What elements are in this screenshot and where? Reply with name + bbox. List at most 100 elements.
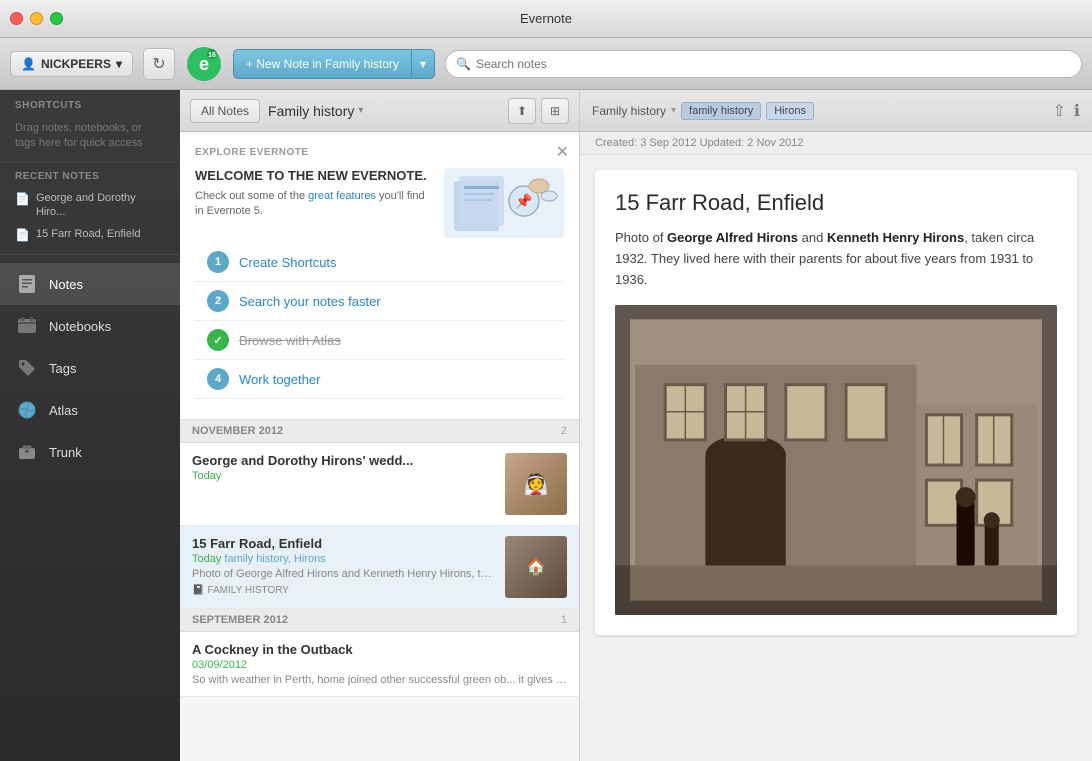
- welcome-text: WELCOME TO THE NEW EVERNOTE. Check out s…: [195, 168, 434, 238]
- step-label-2: Search your notes faster: [239, 294, 381, 309]
- note-item-cockney[interactable]: A Cockney in the Outback 03/09/2012 So w…: [180, 632, 579, 697]
- notes-panel: All Notes Family history ▾ ⬆ ⊞ EXPLORE E…: [180, 90, 580, 761]
- notes-list: EXPLORE EVERNOTE ✕ WELCOME TO THE NEW EV…: [180, 132, 579, 761]
- search-bar: 🔍: [445, 50, 1082, 78]
- trunk-nav-icon: [15, 440, 39, 464]
- note-thumbnail: 👰: [505, 453, 567, 515]
- note-content: 15 Farr Road, Enfield Photo of George Al…: [580, 155, 1092, 761]
- user-menu-button[interactable]: 👤 NICKPEERS ▾: [10, 51, 133, 77]
- recent-note-item[interactable]: 📄 George and Dorothy Hiro...: [0, 187, 180, 224]
- close-button[interactable]: [10, 12, 23, 25]
- month-header-sep: SEPTEMBER 2012 1: [180, 609, 579, 632]
- welcome-content: WELCOME TO THE NEW EVERNOTE. Check out s…: [195, 168, 564, 238]
- month-count-nov: 2: [561, 425, 567, 437]
- tags-nav-label: Tags: [49, 361, 76, 376]
- body-before: Photo of: [615, 230, 667, 245]
- recent-note-label-2: 15 Farr Road, Enfield: [36, 227, 141, 241]
- note-icon-2: 📄: [15, 228, 30, 242]
- photo-placeholder: [615, 305, 1057, 615]
- body-name2: Kenneth Henry Hirons: [827, 230, 964, 245]
- notes-nav-icon: [15, 272, 39, 296]
- note-date-text: Today: [192, 553, 221, 565]
- note-date: Today: [192, 470, 495, 482]
- search-input[interactable]: [476, 57, 1071, 71]
- sort-button[interactable]: ⬆: [508, 98, 536, 124]
- breadcrumb: Family history ▾ family history Hirons: [592, 102, 814, 120]
- share-button[interactable]: ⇧: [1053, 101, 1066, 121]
- note-date-farr: Today family history, Hirons: [192, 553, 495, 565]
- welcome-description: Check out some of the great features you…: [195, 189, 434, 220]
- note-card-title: 15 Farr Road, Enfield: [615, 190, 1057, 216]
- main-layout: SHORTCUTS Drag notes, notebooks, or tags…: [0, 90, 1092, 761]
- view-toggle-button[interactable]: ⊞: [541, 98, 569, 124]
- sync-button[interactable]: ↻: [143, 48, 175, 80]
- new-note-dropdown-arrow[interactable]: ▾: [412, 50, 434, 78]
- welcome-panel: EXPLORE EVERNOTE ✕ WELCOME TO THE NEW EV…: [180, 132, 579, 420]
- note-tags: family history, Hirons: [224, 553, 325, 565]
- note-meta: Created: 3 Sep 2012 Updated: 2 Nov 2012: [580, 132, 1092, 155]
- note-date-cockney: 03/09/2012: [192, 659, 567, 671]
- step-number-2: 2: [207, 290, 229, 312]
- step-number-1: 1: [207, 251, 229, 273]
- note-item-george[interactable]: George and Dorothy Hirons' wedd... Today…: [180, 443, 579, 526]
- step-number-4: 4: [207, 368, 229, 390]
- note-card-body: Photo of George Alfred Hirons and Kennet…: [615, 228, 1057, 290]
- explore-header: EXPLORE EVERNOTE: [195, 147, 564, 158]
- note-item-farr-road-content: 15 Farr Road, Enfield Today family histo…: [192, 536, 495, 598]
- notebooks-nav-icon: [15, 314, 39, 338]
- notebooks-nav-label: Notebooks: [49, 319, 111, 334]
- trunk-nav-label: Trunk: [49, 445, 82, 460]
- onboarding-step-1[interactable]: 1 Create Shortcuts: [195, 243, 564, 282]
- welcome-title: WELCOME TO THE NEW EVERNOTE.: [195, 168, 434, 183]
- new-note-button[interactable]: + New Note in Family history ▾: [233, 49, 435, 79]
- titlebar: Evernote: [0, 0, 1092, 38]
- all-notes-button[interactable]: All Notes: [190, 99, 260, 123]
- shortcuts-title: SHORTCUTS: [0, 90, 180, 116]
- breadcrumb-tag-hirons[interactable]: Hirons: [766, 102, 814, 120]
- notebook-tag-label: FAMILY HISTORY: [207, 585, 289, 596]
- body-between: and: [798, 230, 827, 245]
- note-notebook-badge: 📓 FAMILY HISTORY: [192, 585, 289, 596]
- breadcrumb-arrow-icon: ▾: [671, 105, 676, 116]
- notes-toolbar-actions: ⬆ ⊞: [508, 98, 569, 124]
- sidebar-item-atlas[interactable]: Atlas: [0, 389, 180, 431]
- note-snippet: Photo of George Alfred Hirons and Kennet…: [192, 568, 495, 580]
- note-card: 15 Farr Road, Enfield Photo of George Al…: [595, 170, 1077, 635]
- month-label-sep: SEPTEMBER 2012: [192, 614, 288, 626]
- month-count-sep: 1: [561, 614, 567, 626]
- notes-toolbar: All Notes Family history ▾ ⬆ ⊞: [180, 90, 579, 132]
- step-label-1: Create Shortcuts: [239, 255, 337, 270]
- sidebar-item-tags[interactable]: Tags: [0, 347, 180, 389]
- onboarding-step-4[interactable]: 4 Work together: [195, 360, 564, 399]
- sidebar-item-notebooks[interactable]: Notebooks: [0, 305, 180, 347]
- sidebar-item-notes[interactable]: Notes: [0, 263, 180, 305]
- welcome-desc-before: Check out some of the: [195, 190, 308, 202]
- maximize-button[interactable]: [50, 12, 63, 25]
- note-icon: 📄: [15, 192, 30, 206]
- new-note-label[interactable]: + New Note in Family history: [234, 50, 412, 78]
- info-button[interactable]: ℹ: [1074, 101, 1080, 121]
- step-label-3: Browse with Atlas: [239, 333, 341, 348]
- note-item-cockney-content: A Cockney in the Outback 03/09/2012 So w…: [192, 642, 567, 686]
- onboarding-step-3[interactable]: ✓ Browse with Atlas: [195, 321, 564, 360]
- recent-note-item-2[interactable]: 📄 15 Farr Road, Enfield: [0, 223, 180, 246]
- breadcrumb-tag-family-history[interactable]: family history: [681, 102, 761, 120]
- atlas-nav-icon: [15, 398, 39, 422]
- note-title-cockney: A Cockney in the Outback: [192, 642, 567, 657]
- recent-note-label: George and Dorothy Hiro...: [36, 191, 165, 220]
- note-item-farr-road[interactable]: 15 Farr Road, Enfield Today family histo…: [180, 526, 579, 609]
- sidebar-item-trunk[interactable]: Trunk: [0, 431, 180, 473]
- sidebar-divider: [0, 254, 180, 255]
- notes-nav-label: Notes: [49, 277, 83, 292]
- notebook-title: Family history ▾: [268, 103, 363, 119]
- evernote-logo: e 16: [185, 45, 223, 83]
- notebook-title-label: Family history: [268, 103, 354, 119]
- window-title: Evernote: [520, 11, 572, 26]
- body-name1: George Alfred Hirons: [667, 230, 798, 245]
- onboarding-step-2[interactable]: 2 Search your notes faster: [195, 282, 564, 321]
- close-welcome-button[interactable]: ✕: [556, 142, 569, 162]
- notebook-chevron-icon: ▾: [358, 105, 363, 116]
- welcome-illustration: 📌: [444, 168, 564, 238]
- user-label: NICKPEERS: [41, 57, 111, 71]
- minimize-button[interactable]: [30, 12, 43, 25]
